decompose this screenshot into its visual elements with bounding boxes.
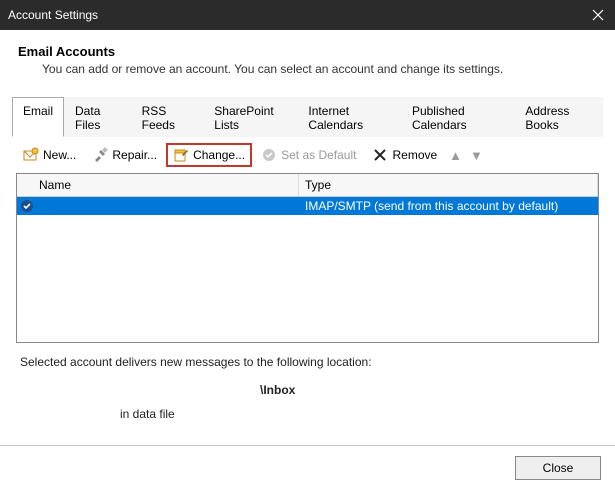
toolbar: New... Repair... Change... Set as Defaul… [12,137,603,173]
titlebar: Account Settings [0,0,615,30]
footer: Close [0,445,615,490]
delivery-text: Selected account delivers new messages t… [20,355,595,369]
col-type[interactable]: Type [299,174,598,196]
repair-button[interactable]: Repair... [85,143,164,167]
close-button[interactable]: Close [515,456,601,480]
tab-email[interactable]: Email [12,97,64,137]
default-account-check-icon [17,199,37,213]
set-default-label: Set as Default [281,148,356,162]
change-button[interactable]: Change... [166,143,252,167]
remove-button[interactable]: Remove [365,143,444,167]
new-label: New... [43,148,76,162]
change-label: Change... [193,148,245,162]
tab-panel: Email Data Files RSS Feeds SharePoint Li… [0,96,615,437]
new-mail-icon [23,147,39,163]
delivery-location: \Inbox [260,383,595,397]
move-down-icon: ▼ [467,148,486,163]
repair-label: Repair... [112,148,157,162]
new-button[interactable]: New... [16,143,83,167]
tabs: Email Data Files RSS Feeds SharePoint Li… [12,96,603,137]
row-type: IMAP/SMTP (send from this account by def… [299,199,598,213]
delivery-datafile: in data file [120,407,595,421]
remove-label: Remove [392,148,437,162]
accounts-grid: Name Type IMAP/SMTP (send from this acco… [16,173,599,343]
remove-icon [372,147,388,163]
delivery-info: Selected account delivers new messages t… [12,351,603,437]
tab-internet-calendars[interactable]: Internet Calendars [297,97,401,137]
tab-published-calendars[interactable]: Published Calendars [401,97,514,137]
window-title: Account Settings [8,8,98,22]
tab-address-books[interactable]: Address Books [514,97,603,137]
tab-rss-feeds[interactable]: RSS Feeds [131,97,204,137]
check-circle-icon [261,147,277,163]
tab-sharepoint-lists[interactable]: SharePoint Lists [203,97,297,137]
grid-header: Name Type [17,174,598,197]
repair-icon [92,147,108,163]
col-name[interactable]: Name [17,174,299,196]
page-heading: Email Accounts [18,44,597,59]
tab-data-files[interactable]: Data Files [64,97,131,137]
move-up-icon: ▲ [446,148,465,163]
table-row[interactable]: IMAP/SMTP (send from this account by def… [17,197,598,215]
header-area: Email Accounts You can add or remove an … [0,30,615,96]
page-subheading: You can add or remove an account. You ca… [42,62,597,76]
set-default-button: Set as Default [254,143,363,167]
change-icon [173,147,189,163]
close-icon[interactable] [589,6,607,24]
